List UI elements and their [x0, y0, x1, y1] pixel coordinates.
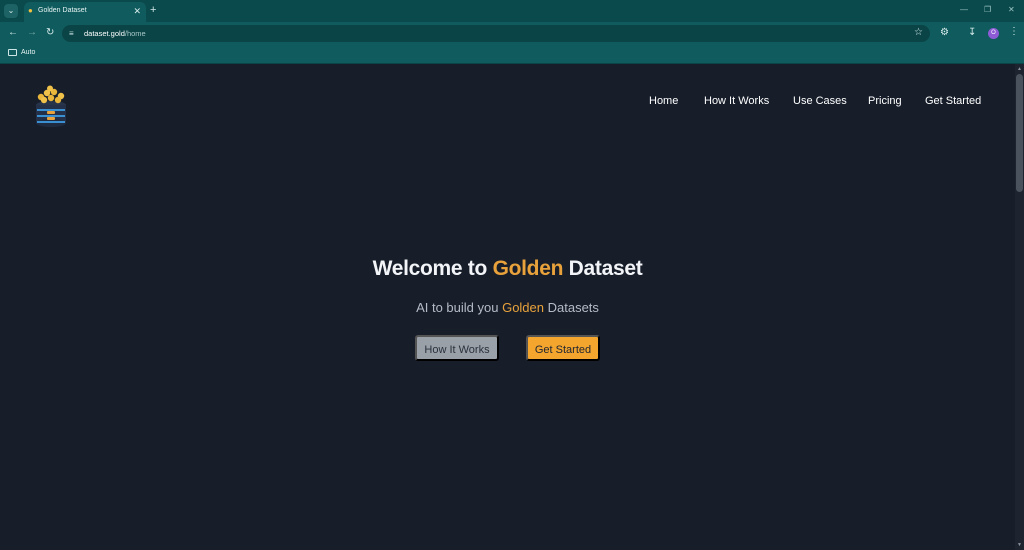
nav-how-it-works[interactable]: How It Works: [704, 95, 769, 108]
url-domain: dataset.gold: [84, 29, 125, 38]
hero-subtitle-highlight: Golden: [502, 300, 544, 315]
site-info-icon[interactable]: ≡: [69, 28, 74, 39]
reload-icon[interactable]: ↻: [46, 27, 54, 39]
tab-list-icon[interactable]: ⌄: [4, 4, 18, 18]
scroll-up-icon[interactable]: ▲: [1017, 66, 1022, 72]
how-it-works-button[interactable]: How It Works: [415, 335, 499, 361]
minimize-icon[interactable]: —: [960, 5, 968, 15]
hero-subtitle-suffix: Datasets: [544, 300, 599, 315]
plus-icon[interactable]: +: [150, 4, 156, 16]
favicon-icon: ●: [28, 6, 33, 15]
bookmark-folder-auto[interactable]: Auto: [21, 49, 35, 56]
nav-use-cases[interactable]: Use Cases: [793, 95, 847, 108]
hero-title-highlight: Golden: [492, 257, 564, 280]
nav-get-started[interactable]: Get Started: [925, 95, 981, 108]
scrollbar-thumb[interactable]: [1016, 74, 1023, 192]
get-started-button[interactable]: Get Started: [526, 335, 600, 361]
hero-title-suffix: Dataset: [563, 257, 643, 280]
browser-tab-active[interactable]: ● Golden Dataset ✕: [24, 2, 146, 22]
forward-arrow-icon[interactable]: →: [27, 27, 37, 39]
scroll-down-icon[interactable]: ▼: [1017, 542, 1022, 548]
kebab-menu-icon[interactable]: ⋮: [1009, 26, 1019, 38]
nav-pricing[interactable]: Pricing: [868, 95, 902, 108]
hero-subtitle: AI to build you Golden Datasets: [0, 300, 1015, 315]
extensions-icon[interactable]: ⚙: [940, 27, 949, 39]
hero-title: Welcome to Golden Dataset: [0, 257, 1015, 281]
logo-icon[interactable]: [33, 85, 69, 127]
restore-icon[interactable]: ❐: [984, 5, 991, 15]
profile-avatar[interactable]: O: [988, 28, 999, 39]
window-close-icon[interactable]: ✕: [1008, 5, 1015, 15]
tab-title: Golden Dataset: [38, 7, 87, 14]
address-bar[interactable]: ≡ dataset.gold/home ☆: [62, 25, 930, 42]
close-icon[interactable]: ✕: [133, 6, 141, 16]
hero-subtitle-prefix: AI to build you: [416, 300, 503, 315]
nav-home[interactable]: Home: [649, 95, 678, 108]
browser-toolbar: ← → ↻ ≡ dataset.gold/home ☆ ⚙ ↧ O ⋮: [0, 22, 1024, 45]
folder-icon: [8, 49, 17, 56]
star-icon[interactable]: ☆: [914, 27, 923, 39]
hero-title-prefix: Welcome to: [372, 257, 493, 280]
back-arrow-icon[interactable]: ←: [8, 27, 18, 39]
browser-tabstrip: ⌄ ● Golden Dataset ✕ + — ❐ ✕: [0, 0, 1024, 22]
download-icon[interactable]: ↧: [968, 27, 976, 39]
address-url[interactable]: dataset.gold/home: [84, 29, 146, 38]
bookmarks-bar: Auto: [0, 45, 1024, 64]
url-path: /home: [124, 29, 146, 38]
